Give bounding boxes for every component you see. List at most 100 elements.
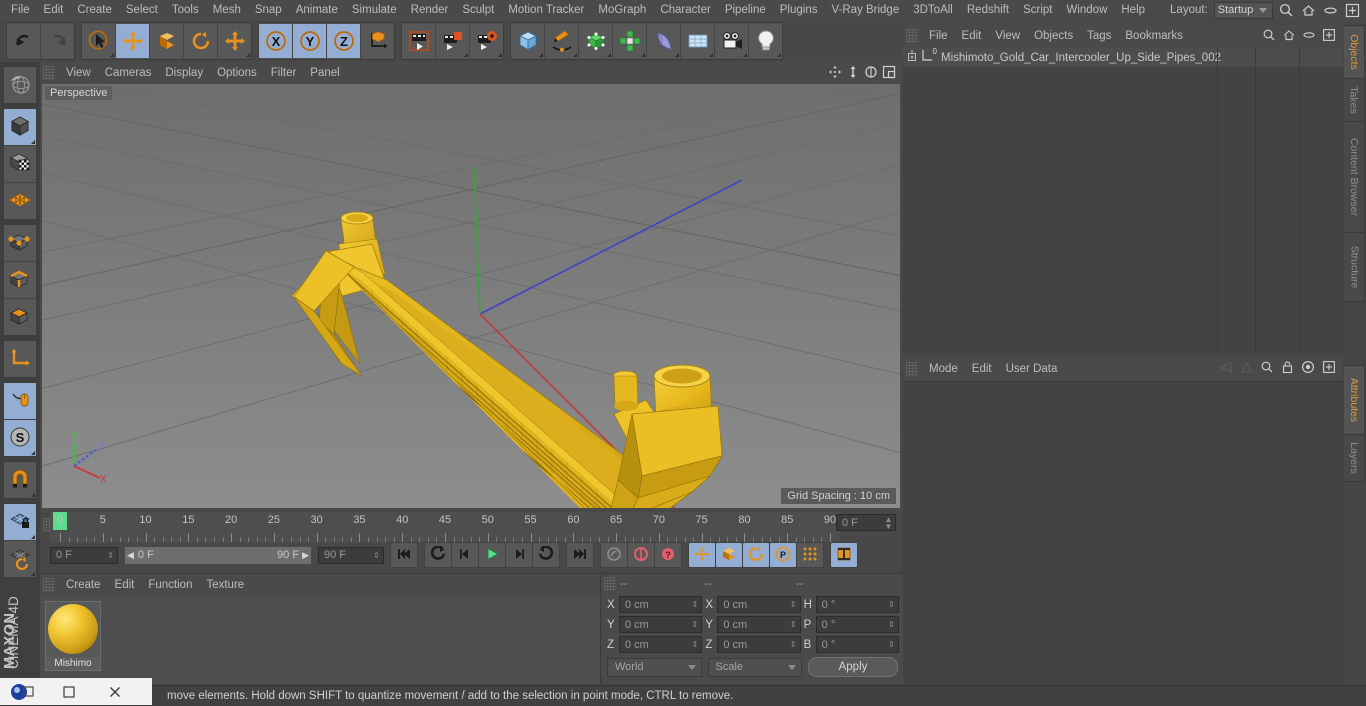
spinner-icon[interactable]: ⇕ <box>690 621 699 629</box>
spinner-icon[interactable]: ⇕ <box>789 621 798 629</box>
flyout-corner-icon[interactable] <box>675 53 679 57</box>
menu-3dtoall[interactable]: 3DToAll <box>906 0 960 20</box>
render-settings-button[interactable] <box>470 24 503 58</box>
object-menu-view[interactable]: View <box>988 26 1027 46</box>
panel-grip[interactable] <box>604 577 616 591</box>
object-menu-file[interactable]: File <box>922 26 955 46</box>
menu-motion-tracker[interactable]: Motion Tracker <box>501 0 591 20</box>
key-scale-button[interactable] <box>715 542 743 568</box>
target-icon[interactable] <box>1301 360 1315 377</box>
key-points-button[interactable] <box>796 542 824 568</box>
menu-character[interactable]: Character <box>653 0 718 20</box>
step-back-button[interactable] <box>451 542 479 568</box>
dock-tab-content-browser[interactable]: Content Browser <box>1344 121 1365 233</box>
flyout-corner-icon[interactable] <box>31 140 35 144</box>
spinner-icon[interactable]: ⇕ <box>690 601 699 609</box>
dock-tab-takes[interactable]: Takes <box>1344 78 1365 122</box>
flyout-corner-icon[interactable] <box>743 53 747 57</box>
coord-rotation-field-1[interactable]: 0 ° ⇕ <box>815 616 899 633</box>
z-axis-button[interactable]: Z <box>327 24 361 58</box>
viewport-menu-filter[interactable]: Filter <box>264 63 304 83</box>
menu-select[interactable]: Select <box>119 0 165 20</box>
edges-mode-button[interactable] <box>4 262 36 299</box>
slider-left-arrow-icon[interactable]: ◀ <box>127 550 134 561</box>
light-button[interactable] <box>749 24 782 58</box>
axis-modify-button[interactable] <box>4 341 36 377</box>
menu-mesh[interactable]: Mesh <box>206 0 248 20</box>
flyout-corner-icon[interactable] <box>246 53 250 57</box>
coordinate-system-select[interactable]: World <box>607 657 702 677</box>
menu-create[interactable]: Create <box>70 0 119 20</box>
dock-tab-attributes[interactable]: Attributes <box>1344 365 1365 435</box>
spinner-icon[interactable]: ⇕ <box>789 601 798 609</box>
menu-tools[interactable]: Tools <box>165 0 206 20</box>
spinner-icon[interactable]: ⇕ <box>106 551 115 559</box>
object-manager-body[interactable]: 0 Mishimoto_Gold_Car_Intercooler_Up_Side… <box>903 47 1343 352</box>
step-forward-button[interactable] <box>505 542 533 568</box>
flyout-corner-icon[interactable] <box>31 451 35 455</box>
live-selection-button[interactable] <box>82 24 116 58</box>
end-frame-field[interactable]: 90 F ⇕ <box>318 546 384 564</box>
close-window-icon[interactable] <box>92 678 138 705</box>
material-menu-edit[interactable]: Edit <box>108 575 142 595</box>
apply-button[interactable]: Apply <box>808 657 898 677</box>
key-rotation-button[interactable] <box>742 542 770 568</box>
menu-v-ray-bridge[interactable]: V-Ray Bridge <box>824 0 906 20</box>
plus-icon[interactable] <box>1322 28 1336 45</box>
flyout-corner-icon[interactable] <box>110 53 114 57</box>
plus-icon[interactable] <box>1344 2 1361 19</box>
spinner-icon[interactable]: ⇕ <box>789 641 798 649</box>
dock-tab-layers[interactable]: Layers <box>1344 434 1365 482</box>
key-pla-button[interactable]: P <box>769 542 797 568</box>
coord-rotation-field-2[interactable]: 0 ° ⇕ <box>815 636 899 653</box>
lock-icon[interactable] <box>1281 360 1294 377</box>
material-chip[interactable]: Mishimo <box>45 601 101 671</box>
eye-icon[interactable] <box>1302 28 1316 45</box>
coord-rotation-field-0[interactable]: 0 ° ⇕ <box>815 596 899 613</box>
x-axis-button[interactable]: X <box>259 24 293 58</box>
pan-icon[interactable] <box>828 65 842 82</box>
menu-simulate[interactable]: Simulate <box>345 0 404 20</box>
material-menu-function[interactable]: Function <box>141 575 199 595</box>
coord-size-field-2[interactable]: 0 cm ⇕ <box>717 636 801 653</box>
dock-tab-structure[interactable]: Structure <box>1344 232 1365 302</box>
coord-position-field-0[interactable]: 0 cm ⇕ <box>619 596 703 613</box>
search-icon[interactable] <box>1262 28 1276 45</box>
dolly-icon[interactable] <box>846 65 860 82</box>
menu-script[interactable]: Script <box>1016 0 1059 20</box>
flyout-corner-icon[interactable] <box>539 53 543 57</box>
object-menu-bookmarks[interactable]: Bookmarks <box>1118 26 1190 46</box>
key-position-button[interactable] <box>688 542 716 568</box>
menu-snap[interactable]: Snap <box>248 0 289 20</box>
viewport-menu-cameras[interactable]: Cameras <box>98 63 159 83</box>
nav-forward-icon[interactable] <box>1240 361 1253 377</box>
menu-edit[interactable]: Edit <box>37 0 71 20</box>
rotate-view-icon[interactable] <box>864 65 878 82</box>
timeline-frame-field[interactable]: 0 F ▲ ▼ <box>836 514 896 531</box>
menu-mograph[interactable]: MoGraph <box>591 0 653 20</box>
flyout-corner-icon[interactable] <box>31 493 35 497</box>
deformer-button[interactable] <box>647 24 681 58</box>
texture-mode-button[interactable] <box>4 146 36 183</box>
menu-animate[interactable]: Animate <box>289 0 345 20</box>
flyout-corner-icon[interactable] <box>607 53 611 57</box>
render-region-button[interactable] <box>436 24 470 58</box>
current-frame-field[interactable]: 0 F ⇕ <box>50 546 118 564</box>
menu-sculpt[interactable]: Sculpt <box>455 0 501 20</box>
menu-plugins[interactable]: Plugins <box>773 0 825 20</box>
forward-button[interactable] <box>532 542 560 568</box>
plus-icon[interactable] <box>1322 360 1336 377</box>
viewport-menu-display[interactable]: Display <box>158 63 210 83</box>
coord-position-field-2[interactable]: 0 cm ⇕ <box>619 636 703 653</box>
soft-selection-button[interactable]: S <box>4 420 36 456</box>
rotate-button[interactable] <box>184 24 218 58</box>
spinner-icon[interactable]: ⇕ <box>887 621 896 629</box>
panel-grip[interactable] <box>43 578 55 592</box>
viewport-menu-view[interactable]: View <box>59 63 98 83</box>
material-manager-body[interactable]: Mishimo <box>40 596 600 684</box>
menu-render[interactable]: Render <box>404 0 456 20</box>
menu-window[interactable]: Window <box>1059 0 1114 20</box>
home-icon[interactable] <box>1300 2 1317 19</box>
panel-grip[interactable] <box>43 66 55 80</box>
coord-size-field-1[interactable]: 0 cm ⇕ <box>717 616 801 633</box>
